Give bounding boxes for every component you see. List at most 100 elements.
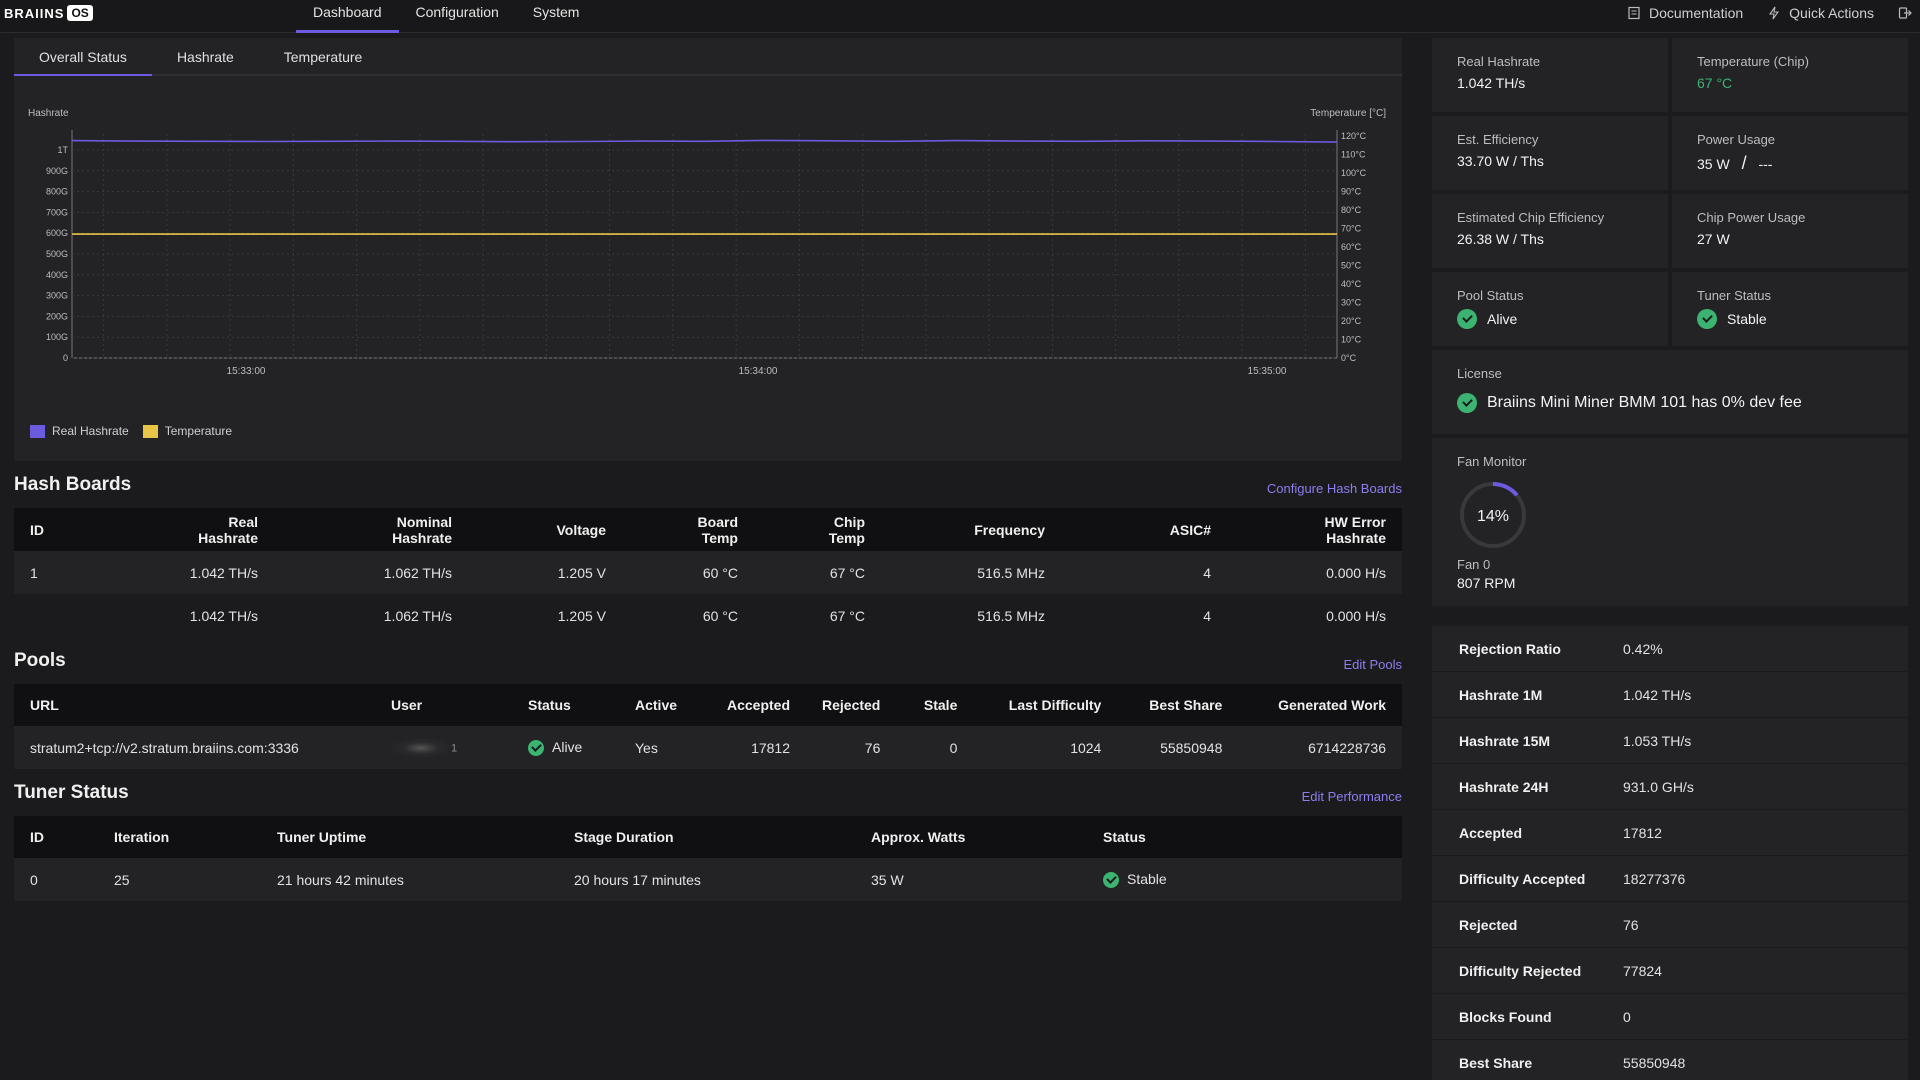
stat-label: Accepted: [1459, 824, 1523, 841]
cell-user: 1: [375, 726, 512, 769]
col-last-difficulty: Last Difficulty: [973, 684, 1118, 726]
table-row[interactable]: 0 25 21 hours 42 minutes 20 hours 17 min…: [14, 858, 1402, 901]
y-tick-right: 120°C: [1341, 131, 1367, 141]
legend-swatch: [30, 424, 45, 438]
legend-real-hashrate[interactable]: Real Hashrate: [30, 424, 129, 438]
table-header: ID Real Hashrate Nominal Hashrate Voltag…: [14, 508, 1402, 551]
cell-id: 0: [14, 858, 98, 901]
nav-configuration[interactable]: Configuration: [399, 0, 516, 33]
card-label: Real Hashrate: [1457, 54, 1541, 69]
y-tick-left: 0: [63, 353, 68, 363]
stat-value: 18277376: [1623, 870, 1686, 887]
chart-tabs: Overall Status Hashrate Temperature: [14, 38, 1402, 76]
stat-value: 1.042 TH/s: [1623, 686, 1692, 703]
cell-status: Alive: [512, 726, 619, 769]
stat-row: Accepted 17812: [1432, 810, 1908, 856]
cell-real-hashrate: 1.042 TH/s: [104, 594, 274, 637]
stat-row: Rejected 76: [1432, 902, 1908, 948]
col-voltage: Voltage: [468, 508, 622, 551]
stat-label: Hashrate 1M: [1459, 686, 1543, 703]
card-label: Fan Monitor: [1457, 454, 1527, 469]
y-tick-left: 200G: [46, 311, 68, 321]
status-text: Alive: [552, 738, 583, 755]
table-row[interactable]: stratum2+tcp://v2.stratum.braiins.com:33…: [14, 726, 1402, 769]
nav-dashboard[interactable]: Dashboard: [296, 0, 399, 33]
stat-row: Difficulty Rejected 77824: [1432, 948, 1908, 994]
col-user: User: [375, 684, 512, 726]
card-value: 33.70 W / Ths: [1457, 153, 1544, 169]
stat-label: Hashrate 24H: [1459, 778, 1549, 795]
cell-nominal-hashrate: 1.062 TH/s: [274, 594, 468, 637]
nav-system[interactable]: System: [516, 0, 597, 33]
card-real-hashrate: Real Hashrate 1.042 TH/s: [1432, 38, 1668, 112]
col-frequency: Frequency: [881, 508, 1061, 551]
logo-badge: OS: [67, 5, 93, 21]
fan-name: Fan 0: [1457, 557, 1491, 572]
redacted-user: [391, 737, 451, 758]
cell-rejected: 76: [806, 726, 897, 769]
stat-row: Difficulty Accepted 18277376: [1432, 856, 1908, 902]
tuner-table: ID Iteration Tuner Uptime Stage Duration…: [14, 816, 1402, 901]
main-content: Overall Status Hashrate Temperature Hash…: [14, 38, 1402, 901]
y-tick-right: 20°C: [1341, 316, 1362, 326]
tab-temperature[interactable]: Temperature: [259, 38, 388, 74]
legend-temperature[interactable]: Temperature: [142, 424, 232, 438]
edit-pools-link[interactable]: Edit Pools: [1343, 657, 1402, 672]
hash-boards-table: ID Real Hashrate Nominal Hashrate Voltag…: [14, 508, 1402, 637]
col-status: Status: [512, 684, 619, 726]
cell-voltage: 1.205 V: [468, 594, 622, 637]
y-axis-title-left: Hashrate: [28, 108, 69, 119]
card-value: Alive: [1457, 309, 1643, 329]
x-tick: 15:33:00: [227, 366, 266, 377]
card-label: Pool Status: [1457, 288, 1524, 303]
y-tick-left: 800G: [46, 187, 68, 197]
logout-icon: [1898, 6, 1912, 20]
series-real-hashrate: [71, 139, 1338, 143]
card-label: Estimated Chip Efficiency: [1457, 210, 1605, 225]
stat-value: 1.053 TH/s: [1623, 732, 1692, 749]
card-label: License: [1457, 366, 1502, 381]
card-pool-status: Pool Status Alive: [1432, 272, 1668, 346]
logout-button[interactable]: [1898, 6, 1912, 20]
top-bar: BRAIINS OS Dashboard Configuration Syste…: [0, 0, 1920, 33]
stat-row: Hashrate 15M 1.053 TH/s: [1432, 718, 1908, 764]
col-url: URL: [14, 684, 375, 726]
card-label: Tuner Status: [1697, 288, 1771, 303]
stat-row: Best Share 55850948: [1432, 1040, 1908, 1080]
stat-row: Hashrate 1M 1.042 TH/s: [1432, 672, 1908, 718]
stat-label: Difficulty Rejected: [1459, 962, 1582, 979]
col-id: ID: [14, 508, 104, 551]
tab-overall-status[interactable]: Overall Status: [14, 38, 152, 76]
status-chart[interactable]: Hashrate Temperature [°C] 1T 900G 800G 700G 60…: [14, 78, 1402, 418]
cell-generated-work: 6714228736: [1238, 726, 1402, 769]
documentation-link[interactable]: Documentation: [1627, 5, 1743, 21]
cell-asic: 4: [1061, 551, 1227, 594]
legend-label: Real Hashrate: [52, 424, 129, 438]
stat-row: Rejection Ratio 0.42%: [1432, 626, 1908, 672]
cell-status: Stable: [1087, 858, 1402, 901]
y-tick-right: 10°C: [1341, 335, 1362, 345]
stat-label: Difficulty Accepted: [1459, 870, 1586, 887]
power-separator: /: [1741, 153, 1747, 173]
quick-actions-menu[interactable]: Quick Actions: [1767, 5, 1874, 21]
check-circle-icon: [1697, 309, 1717, 329]
status-text: Stable: [1127, 870, 1167, 887]
tab-hashrate[interactable]: Hashrate: [152, 38, 259, 74]
cell-board-temp: 60 °C: [622, 594, 754, 637]
gauge-percent: 14%: [1477, 508, 1509, 525]
card-chip-power: Chip Power Usage 27 W: [1672, 194, 1908, 268]
col-best-share: Best Share: [1117, 684, 1239, 726]
cell-hw-error: 0.000 H/s: [1227, 594, 1402, 637]
stat-label: Hashrate 15M: [1459, 732, 1551, 749]
braiins-logo[interactable]: BRAIINS OS: [4, 3, 93, 23]
lightning-icon: [1767, 6, 1781, 20]
card-value: 27 W: [1697, 231, 1730, 247]
y-tick-left: 900G: [46, 166, 68, 176]
y-tick-right: 30°C: [1341, 298, 1362, 308]
configure-hash-boards-link[interactable]: Configure Hash Boards: [1267, 481, 1402, 496]
license-card: License Braiins Mini Miner BMM 101 has 0…: [1432, 350, 1908, 434]
edit-performance-link[interactable]: Edit Performance: [1302, 789, 1402, 804]
table-row[interactable]: 1 1.042 TH/s 1.062 TH/s 1.205 V 60 °C 67…: [14, 551, 1402, 594]
card-chip-temp: Temperature (Chip) 67 °C: [1672, 38, 1908, 112]
pool-status-text: Alive: [1487, 311, 1518, 327]
